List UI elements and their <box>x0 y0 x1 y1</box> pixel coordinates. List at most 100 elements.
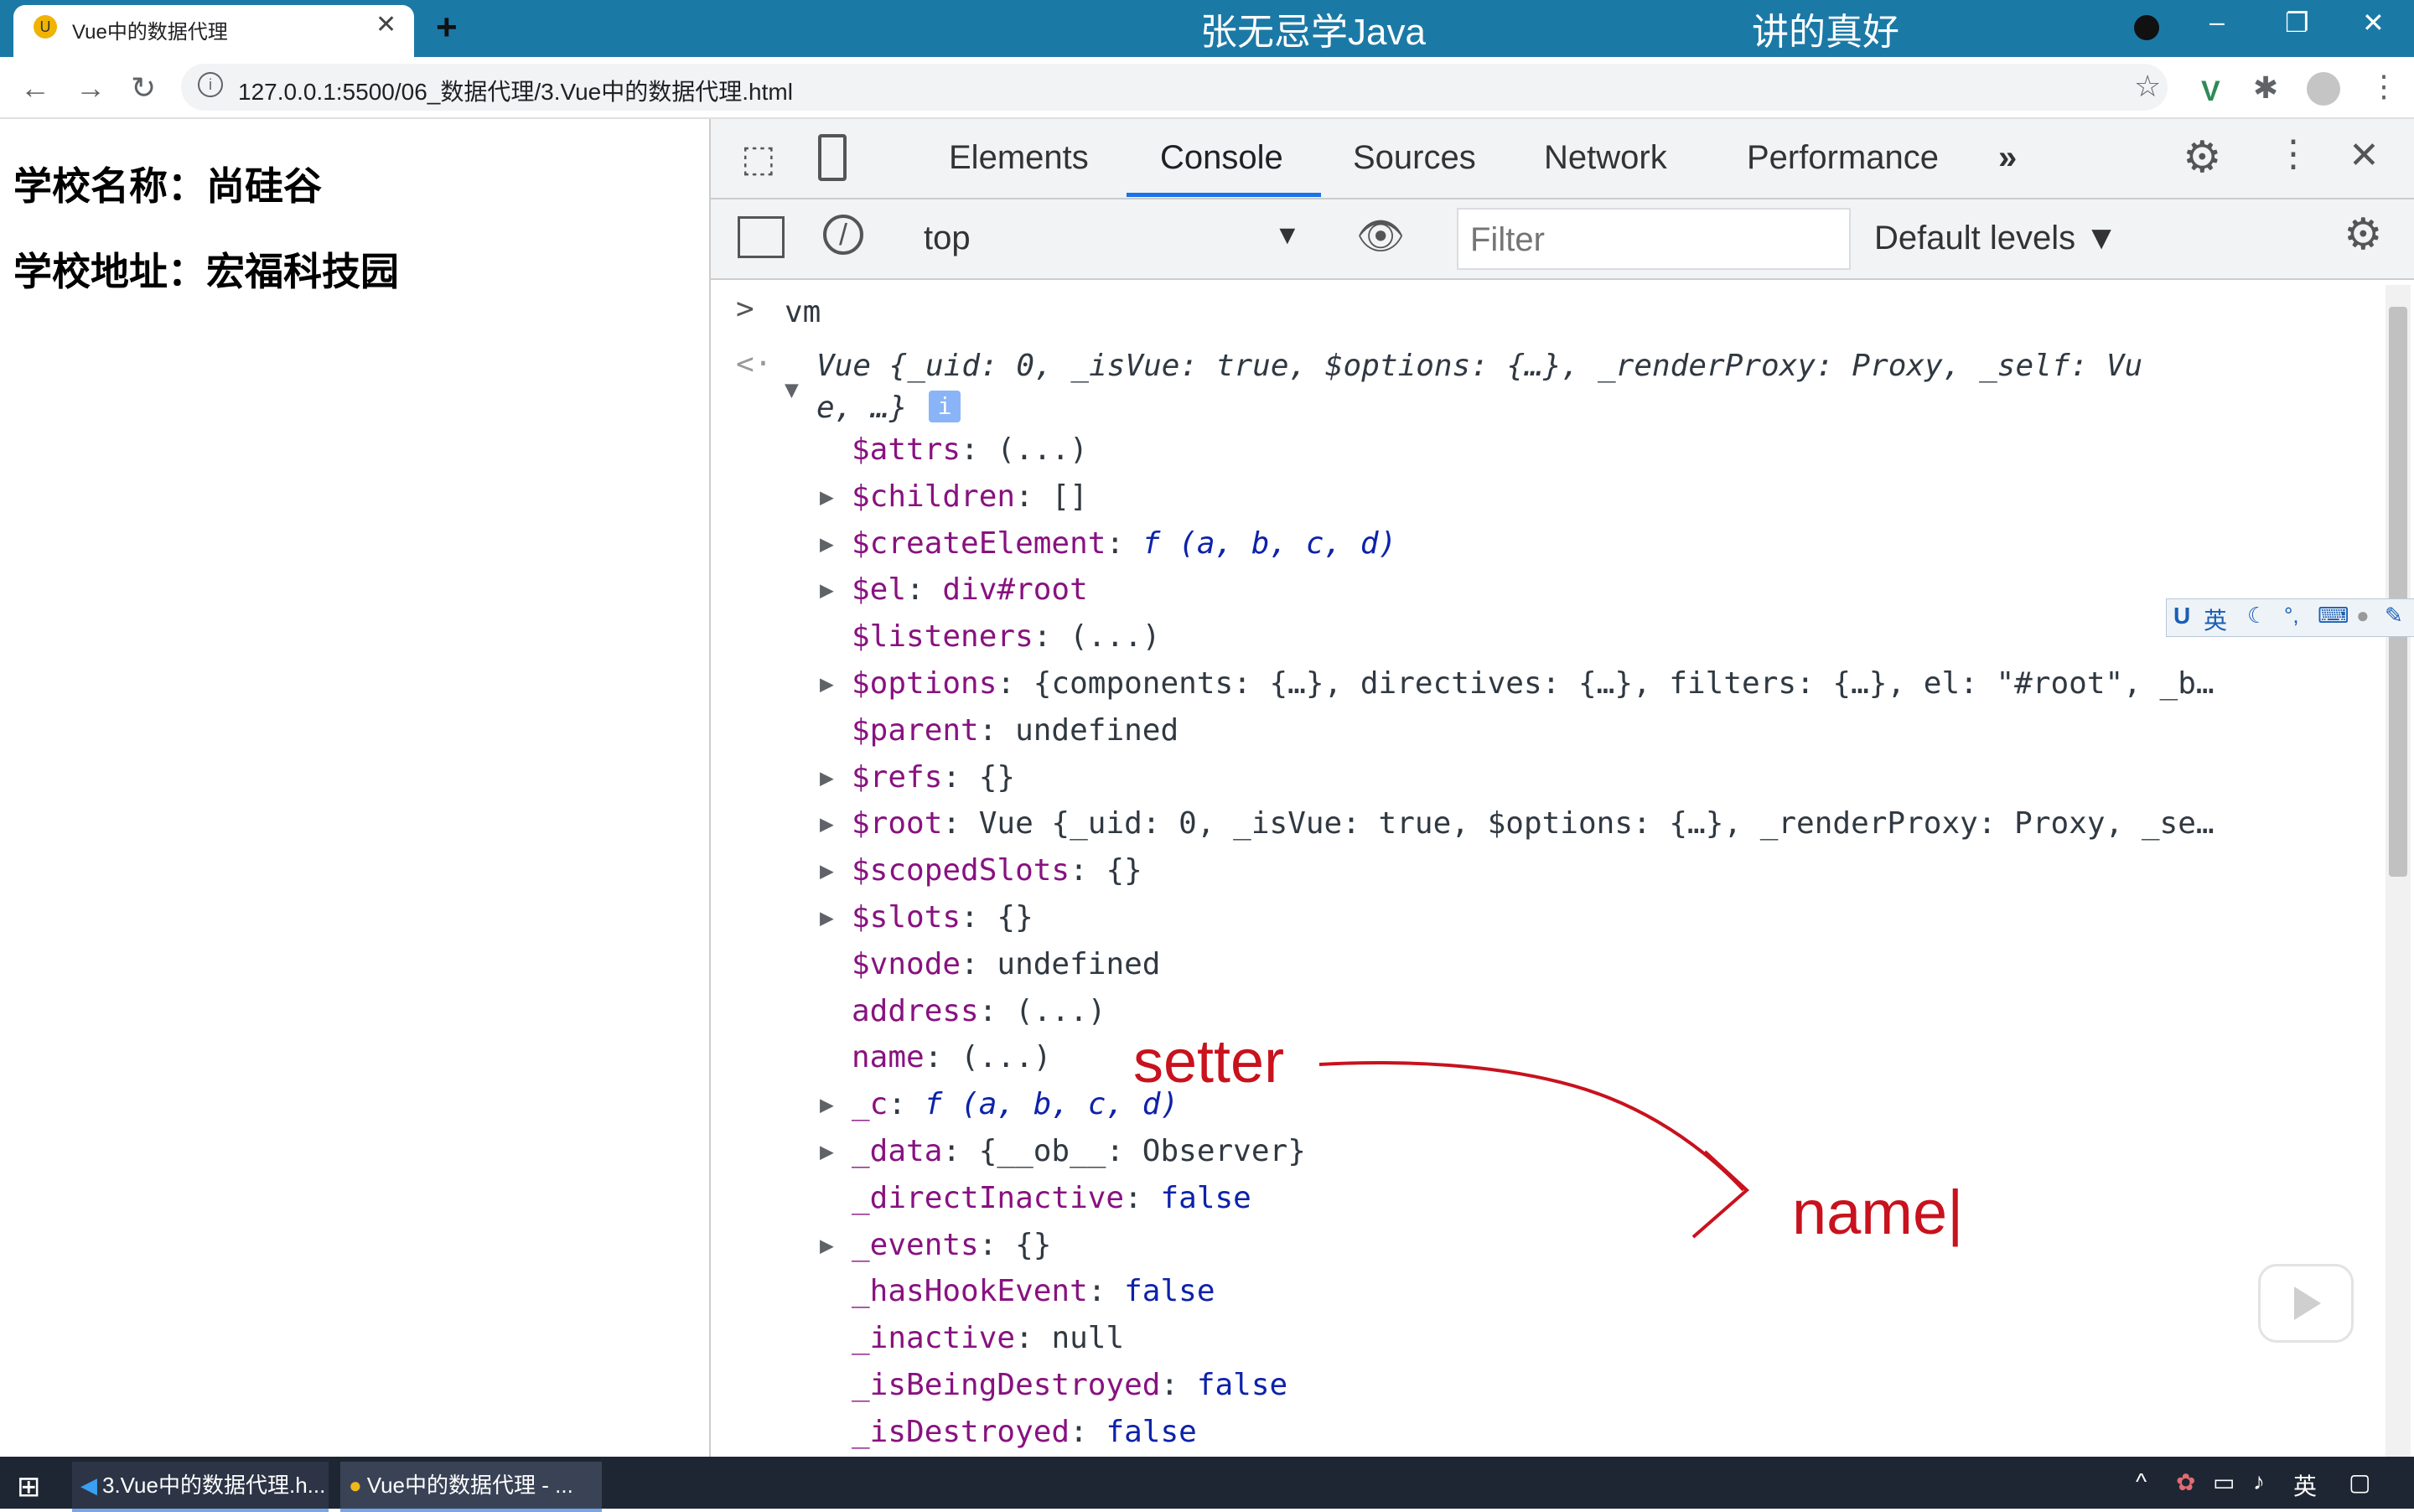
expand-arrow-icon[interactable]: ▶ <box>820 670 834 697</box>
property-row[interactable]: $options: {components: {…}, directives: … <box>852 666 2215 701</box>
tray-up-icon[interactable]: ^ <box>2136 1468 2147 1495</box>
tray-app-icon[interactable]: ✿ <box>2176 1468 2195 1496</box>
tab-network[interactable]: Network <box>1544 139 1667 177</box>
property-row[interactable]: _c: f (a, b, c, d) <box>852 1087 1179 1121</box>
tray-network-icon[interactable]: ▭ <box>2213 1468 2235 1496</box>
sidebar-toggle-icon[interactable] <box>738 216 785 258</box>
property-row[interactable]: $parent: undefined <box>852 713 1179 748</box>
property-row[interactable]: $listeners: (...) <box>852 619 1160 654</box>
property-row[interactable]: $vnode: undefined <box>852 947 1160 981</box>
info-badge-icon[interactable]: i <box>929 391 961 422</box>
tray-volume-icon[interactable]: ♪ <box>2253 1468 2265 1495</box>
property-value: [] <box>1051 479 1088 514</box>
expand-arrow-icon[interactable]: ▶ <box>820 904 834 931</box>
log-levels-dropdown[interactable]: Default levels ▼ <box>1874 220 2118 257</box>
console-settings-icon[interactable]: ⚙ <box>2344 210 2383 260</box>
expand-arrow-icon[interactable]: ▶ <box>820 1231 834 1259</box>
info-icon[interactable]: i <box>198 72 223 97</box>
property-row[interactable]: address: (...) <box>852 994 1106 1028</box>
property-row[interactable]: _events: {} <box>852 1228 1051 1262</box>
property-row[interactable]: $children: [] <box>852 479 1088 514</box>
property-row[interactable]: _isBeingDestroyed: false <box>852 1368 1287 1402</box>
restore-icon[interactable]: ❐ <box>2285 7 2309 39</box>
property-row[interactable]: $attrs: (...) <box>852 432 1088 467</box>
devtools-menu-icon[interactable]: ⋮ <box>2275 132 2312 175</box>
property-key: $vnode <box>852 946 961 981</box>
expand-arrow-icon[interactable]: ▶ <box>820 530 834 557</box>
active-tab-indicator <box>1127 193 1321 197</box>
context-selector[interactable]: top <box>924 220 971 257</box>
clear-console-icon[interactable]: / <box>823 215 863 255</box>
property-row[interactable]: _inactive: null <box>852 1321 1124 1355</box>
property-value: f (a, b, c, d) <box>1142 526 1397 561</box>
video-play-button[interactable] <box>2258 1264 2354 1343</box>
profile-icon[interactable] <box>2307 72 2340 106</box>
ime-moon-icon[interactable]: ☾ <box>2247 603 2266 629</box>
context-dropdown-icon[interactable]: ▼ <box>1274 220 1301 251</box>
ime-toolbar[interactable]: U 英 ☾ °, ⌨ ● ✎ <box>2166 598 2414 637</box>
tab-performance[interactable]: Performance <box>1747 139 1939 177</box>
device-toolbar-icon[interactable] <box>818 134 847 181</box>
expand-arrow-icon[interactable]: ▶ <box>820 764 834 791</box>
property-value: false <box>1196 1368 1288 1402</box>
property-key: $options <box>852 666 997 701</box>
tray-lang[interactable]: 英 <box>2293 1468 2317 1502</box>
live-expression-eye-icon[interactable]: 👁 <box>1356 213 1405 259</box>
property-row[interactable]: $root: Vue {_uid: 0, _isVue: true, $opti… <box>852 806 2215 841</box>
windows-start-icon[interactable]: ⊞ <box>17 1470 41 1504</box>
forward-icon[interactable]: → <box>75 70 106 106</box>
tab-console[interactable]: Console <box>1160 139 1283 177</box>
vue-devtools-icon[interactable]: V <box>2201 75 2220 108</box>
expand-arrow-icon[interactable]: ▶ <box>820 1137 834 1165</box>
notification-icon[interactable]: ▢ <box>2349 1468 2370 1496</box>
taskbar-item-vscode[interactable]: ◀ 3.Vue中的数据代理.h... <box>72 1462 329 1512</box>
url-text[interactable]: 127.0.0.1:5500/06_数据代理/3.Vue中的数据代理.html <box>238 74 793 107</box>
back-icon[interactable]: ← <box>20 70 50 106</box>
property-value: {} <box>1106 853 1142 888</box>
expand-arrow-icon[interactable]: ▶ <box>820 810 834 837</box>
more-tabs-button[interactable]: » <box>1998 139 2017 177</box>
ime-user-icon[interactable]: ● <box>2356 603 2370 629</box>
property-value: (...) <box>997 432 1088 467</box>
property-row[interactable]: $el: div#root <box>852 572 1088 607</box>
ime-keyboard-icon[interactable]: ⌨ <box>2318 603 2349 629</box>
property-row[interactable]: _data: {__ob__: Observer} <box>852 1134 1306 1168</box>
close-icon[interactable]: ✕ <box>2362 7 2385 39</box>
ime-tool-icon[interactable]: ✎ <box>2385 603 2403 629</box>
property-row[interactable]: $createElement: f (a, b, c, d) <box>852 526 1396 561</box>
property-row[interactable]: name: (...) <box>852 1040 1051 1074</box>
property-row[interactable]: $scopedSlots: {} <box>852 853 1142 888</box>
ime-lang[interactable]: 英 <box>2204 603 2227 636</box>
star-icon[interactable]: ☆ <box>2134 69 2161 104</box>
menu-icon[interactable]: ⋮ <box>2369 69 2399 104</box>
ime-punct-icon[interactable]: °, <box>2284 603 2299 629</box>
minimize-icon[interactable]: – <box>2209 7 2225 38</box>
reload-icon[interactable]: ↻ <box>131 70 156 106</box>
property-row[interactable]: $slots: {} <box>852 900 1033 935</box>
settings-gear-icon[interactable]: ⚙ <box>2183 132 2222 183</box>
extensions-icon[interactable]: ✱ <box>2253 70 2278 106</box>
expand-arrow-icon[interactable]: ▶ <box>820 857 834 884</box>
property-row[interactable]: _directInactive: false <box>852 1181 1251 1215</box>
inspect-icon[interactable]: ⬚ <box>741 137 776 180</box>
tab-sources[interactable]: Sources <box>1353 139 1476 177</box>
chrome-icon: ● <box>349 1473 362 1498</box>
expand-root-icon[interactable]: ▼ <box>785 375 799 403</box>
record-icon[interactable] <box>2134 15 2159 40</box>
property-row[interactable]: $refs: {} <box>852 760 1015 795</box>
property-row[interactable]: _isDestroyed: false <box>852 1415 1197 1449</box>
vscode-icon: ◀ <box>80 1473 97 1498</box>
play-icon <box>2294 1287 2321 1320</box>
expand-arrow-icon[interactable]: ▶ <box>820 483 834 510</box>
tab-elements[interactable]: Elements <box>949 139 1089 177</box>
close-devtools-icon[interactable]: ✕ <box>2349 134 2380 177</box>
taskbar-item-chrome[interactable]: ● Vue中的数据代理 - ... <box>340 1462 602 1512</box>
expand-arrow-icon[interactable]: ▶ <box>820 1090 834 1118</box>
vue-object-summary[interactable]: Vue {_uid: 0, _isVue: true, $options: {…… <box>816 349 2142 383</box>
tab-close-button[interactable]: ✕ <box>376 10 396 39</box>
property-row[interactable]: _hasHookEvent: false <box>852 1274 1215 1308</box>
tab-title: Vue中的数据代理 <box>72 21 228 44</box>
new-tab-button[interactable]: + <box>436 7 458 49</box>
expand-arrow-icon[interactable]: ▶ <box>820 576 834 603</box>
scrollbar-thumb[interactable] <box>2389 307 2407 877</box>
